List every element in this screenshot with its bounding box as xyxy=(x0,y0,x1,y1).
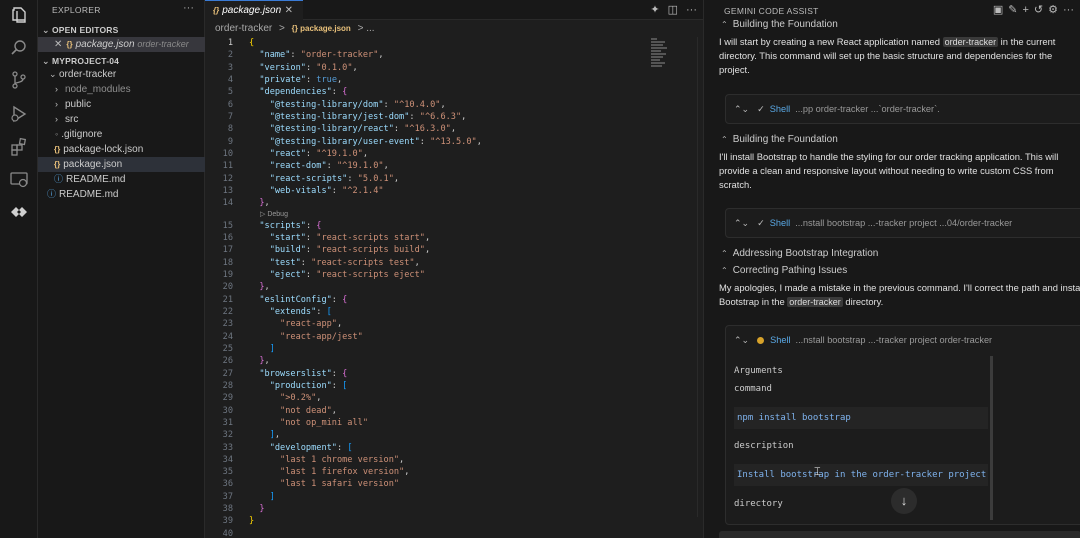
shell-scrollbar[interactable] xyxy=(990,356,993,520)
collapse-toggle-icon[interactable]: ⌃⌄ xyxy=(734,335,749,345)
info-file-icon: ⓘ xyxy=(47,189,57,199)
check-icon: ✓ xyxy=(757,104,765,114)
expand-toggle-icon[interactable]: ⌃⌄ xyxy=(734,104,749,114)
inline-code: order-tracker xyxy=(942,37,999,47)
activity-bar xyxy=(0,0,38,538)
chevron-down-icon: ⌄ xyxy=(42,25,50,35)
search-icon[interactable] xyxy=(9,38,29,58)
scroll-down-button[interactable]: ↓ xyxy=(891,488,917,514)
add-icon[interactable]: + xyxy=(1022,4,1028,16)
project-header[interactable]: ⌄ MYPROJECT-04 xyxy=(42,56,119,67)
gemini-toolbar: ▣ ✎ + ↺ ⚙ ··· xyxy=(988,3,1074,16)
tree-item-package-lock[interactable]: {} package-lock.json xyxy=(38,142,205,157)
inline-code: order-tracker xyxy=(787,297,843,307)
breadcrumb-folder[interactable]: order-tracker xyxy=(215,23,272,34)
explorer-title: EXPLORER xyxy=(52,5,101,15)
tree-item-root-readme[interactable]: ⓘ README.md xyxy=(38,187,205,202)
remote-explorer-icon[interactable] xyxy=(9,170,29,190)
breadcrumb-separator: > xyxy=(279,23,285,34)
json-file-icon: {} xyxy=(54,145,61,154)
git-file-icon: ◦ xyxy=(55,129,59,139)
editor-area: {} package.json ✕ ✦ ◫ ··· order-tracker > {… xyxy=(205,0,703,538)
explorer-sidebar: EXPLORER ··· ⌄ OPEN EDITORS ✕ {} package.js… xyxy=(38,0,205,538)
more-icon[interactable]: ··· xyxy=(686,4,697,16)
message-paragraph: My apologies, I made a mistake in the pr… xyxy=(719,282,1080,307)
expand-toggle-icon[interactable]: ⌃⌄ xyxy=(734,218,749,228)
chevron-down-icon: ⌄ xyxy=(49,69,57,79)
running-status-dot xyxy=(757,337,765,344)
gemini-code-assist-icon[interactable] xyxy=(9,202,29,222)
explorer-icon[interactable] xyxy=(9,6,29,26)
open-editor-item[interactable]: ✕{} package.json order-tracker xyxy=(38,37,205,52)
tab-package-json[interactable]: {} package.json ✕ xyxy=(205,0,303,20)
settings-icon[interactable]: ⚙ xyxy=(1048,4,1058,16)
code-view[interactable]: 1{ 2 "name": "order-tracker", 3 "version… xyxy=(205,37,703,538)
json-file-icon: {} xyxy=(54,160,61,169)
chevron-down-icon: ⌄ xyxy=(42,56,50,66)
breadcrumb: order-tracker > {} package.json > ... xyxy=(215,23,379,34)
more-actions-icon[interactable]: ··· xyxy=(183,2,194,14)
more-icon[interactable]: ··· xyxy=(1063,4,1074,16)
step-addressing-bootstrap[interactable]: ⌃ Addressing Bootstrap Integration xyxy=(721,248,878,259)
message-paragraph: I will start by creating a new React app… xyxy=(719,36,1056,75)
run-debug-icon[interactable] xyxy=(9,104,29,124)
tree-item-readme[interactable]: ⓘ README.md xyxy=(38,172,205,187)
tree-item-gitignore[interactable]: ◦ .gitignore xyxy=(38,127,205,142)
expand-icon: ⌃ xyxy=(721,266,728,275)
tab-bar: {} package.json ✕ ✦ ◫ ··· xyxy=(205,0,703,20)
mouse-cursor-icon: ⌶ xyxy=(814,466,821,478)
sparkle-icon[interactable]: ✦ xyxy=(650,4,659,16)
shell-tool-call-3[interactable]: ⌃⌄ Shell ...nstall bootstrap ...-tracker p… xyxy=(725,325,1080,525)
tree-item-src[interactable]: › src xyxy=(38,112,205,127)
chevron-right-icon: › xyxy=(55,99,58,109)
json-file-icon: {} xyxy=(66,40,73,49)
step-building-foundation-1[interactable]: ⌃ Building the Foundation xyxy=(721,19,838,30)
shell-tool-call-1[interactable]: ⌃⌄ ✓ Shell ...pp order-tracker ...`order-tr… xyxy=(725,94,1080,124)
extensions-icon[interactable] xyxy=(9,137,29,157)
close-tab-icon[interactable]: ✕ xyxy=(285,1,293,20)
expand-icon: ⌃ xyxy=(721,249,728,258)
tree-item-node-modules[interactable]: › node_modules xyxy=(38,82,205,97)
chat-icon[interactable]: ✎ xyxy=(1008,4,1017,16)
history-icon[interactable]: ↺ xyxy=(1034,4,1043,16)
debug-codelens[interactable]: ▷ Debug xyxy=(205,210,703,220)
command-value[interactable]: npm install bootstrap xyxy=(734,407,988,429)
layout-icon[interactable]: ▣ xyxy=(993,4,1003,16)
info-file-icon: ⓘ xyxy=(54,174,64,184)
gemini-title: GEMINI CODE ASSIST xyxy=(724,6,819,16)
json-file-icon: {} xyxy=(213,6,220,15)
message-paragraph: I'll install Bootstrap to handle the sty… xyxy=(719,151,1059,190)
tree-item-public[interactable]: › public xyxy=(38,97,205,112)
gemini-panel: GEMINI CODE ASSIST ▣ ✎ + ↺ ⚙ ··· ⌃ Building th… xyxy=(703,0,1080,538)
expand-icon: ⌃ xyxy=(721,135,728,144)
tree-item-package-json[interactable]: {} package.json xyxy=(38,157,205,172)
expand-icon: ⌃ xyxy=(721,20,728,29)
chevron-right-icon: › xyxy=(55,114,58,124)
close-icon[interactable]: ✕ xyxy=(54,39,62,50)
breadcrumb-symbol[interactable]: > ... xyxy=(358,23,375,34)
step-building-foundation-2[interactable]: ⌃ Building the Foundation xyxy=(721,134,838,145)
breadcrumb-file[interactable]: {} package.json xyxy=(292,24,351,33)
shell-tool-call-2[interactable]: ⌃⌄ ✓ Shell ...nstall bootstrap ...-tracker … xyxy=(725,208,1080,238)
editor-actions: ✦ ◫ ··· xyxy=(642,3,697,16)
description-value[interactable]: Install bootstrap in the order-tracker p… xyxy=(734,464,988,486)
chat-input-edge[interactable] xyxy=(719,531,1080,538)
folder-order-tracker[interactable]: ⌄ order-tracker xyxy=(38,67,205,82)
step-correcting-paths[interactable]: ⌃ Correcting Pathing Issues xyxy=(721,265,847,276)
open-editors-header[interactable]: ⌄ OPEN EDITORS xyxy=(42,25,118,36)
check-icon: ✓ xyxy=(757,218,765,228)
chevron-right-icon: › xyxy=(55,84,58,94)
source-control-icon[interactable] xyxy=(9,70,29,90)
split-editor-icon[interactable]: ◫ xyxy=(668,4,678,16)
